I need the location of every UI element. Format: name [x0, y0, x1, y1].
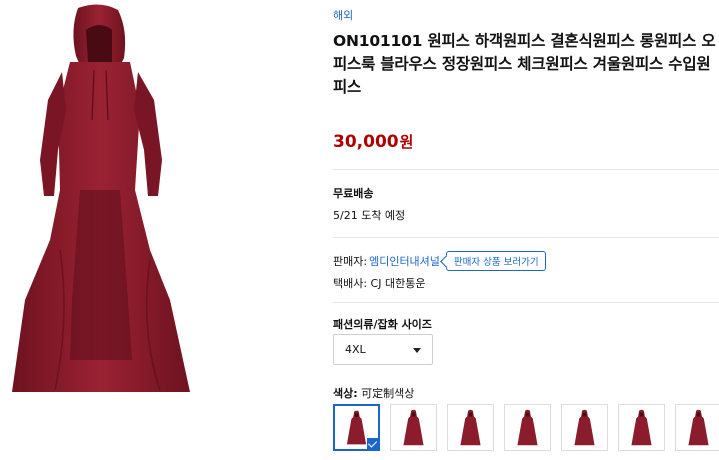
hooded-dress-image — [12, 4, 190, 392]
courier: 택배사: CJ 대한통운 — [333, 277, 426, 290]
size-select[interactable]: 4XL — [333, 334, 433, 365]
seller-name-link[interactable]: 엠디인터내셔널 — [369, 253, 440, 269]
caret-down-icon — [413, 348, 421, 353]
shipping-eta: 5/21 도착 예정 — [333, 209, 406, 222]
size-select-value: 4XL — [345, 343, 366, 356]
product-title: ON101101 원피스 하객원피스 결혼식원피스 롱원피스 오피스룩 블라우스… — [333, 32, 716, 96]
divider — [333, 302, 719, 303]
color-swatch[interactable] — [504, 404, 551, 451]
color-swatch[interactable] — [390, 404, 437, 451]
price-currency: 원 — [399, 133, 414, 151]
seller-label: 판매자: — [333, 255, 368, 268]
divider — [333, 237, 719, 238]
check-icon — [367, 438, 379, 450]
color-swatch[interactable] — [447, 404, 494, 451]
color-swatch[interactable] — [561, 404, 608, 451]
price-amount: 30,000 — [333, 132, 399, 152]
color-option-label: 색상: 可定制색상 — [333, 385, 414, 401]
color-label-value: 可定制색상 — [361, 387, 415, 400]
product-image[interactable] — [0, 0, 200, 400]
color-label-title: 색상: — [333, 387, 358, 400]
price: 30,000원 — [333, 131, 413, 152]
color-swatch[interactable] — [333, 404, 380, 451]
shipping-title: 무료배송 — [333, 187, 374, 200]
seller-products-button[interactable]: 판매자 상품 보러가기 — [445, 251, 546, 271]
divider — [333, 169, 719, 170]
seller-row: 판매자: 엠디인터내셔널 판매자 상품 보러가기 — [333, 251, 546, 271]
origin-tag: 해외 — [333, 9, 354, 22]
color-swatch[interactable] — [675, 404, 719, 451]
color-swatch[interactable] — [618, 404, 665, 451]
color-swatches — [333, 404, 719, 451]
size-option-label: 패션의류/잡화 사이즈 — [333, 318, 432, 331]
